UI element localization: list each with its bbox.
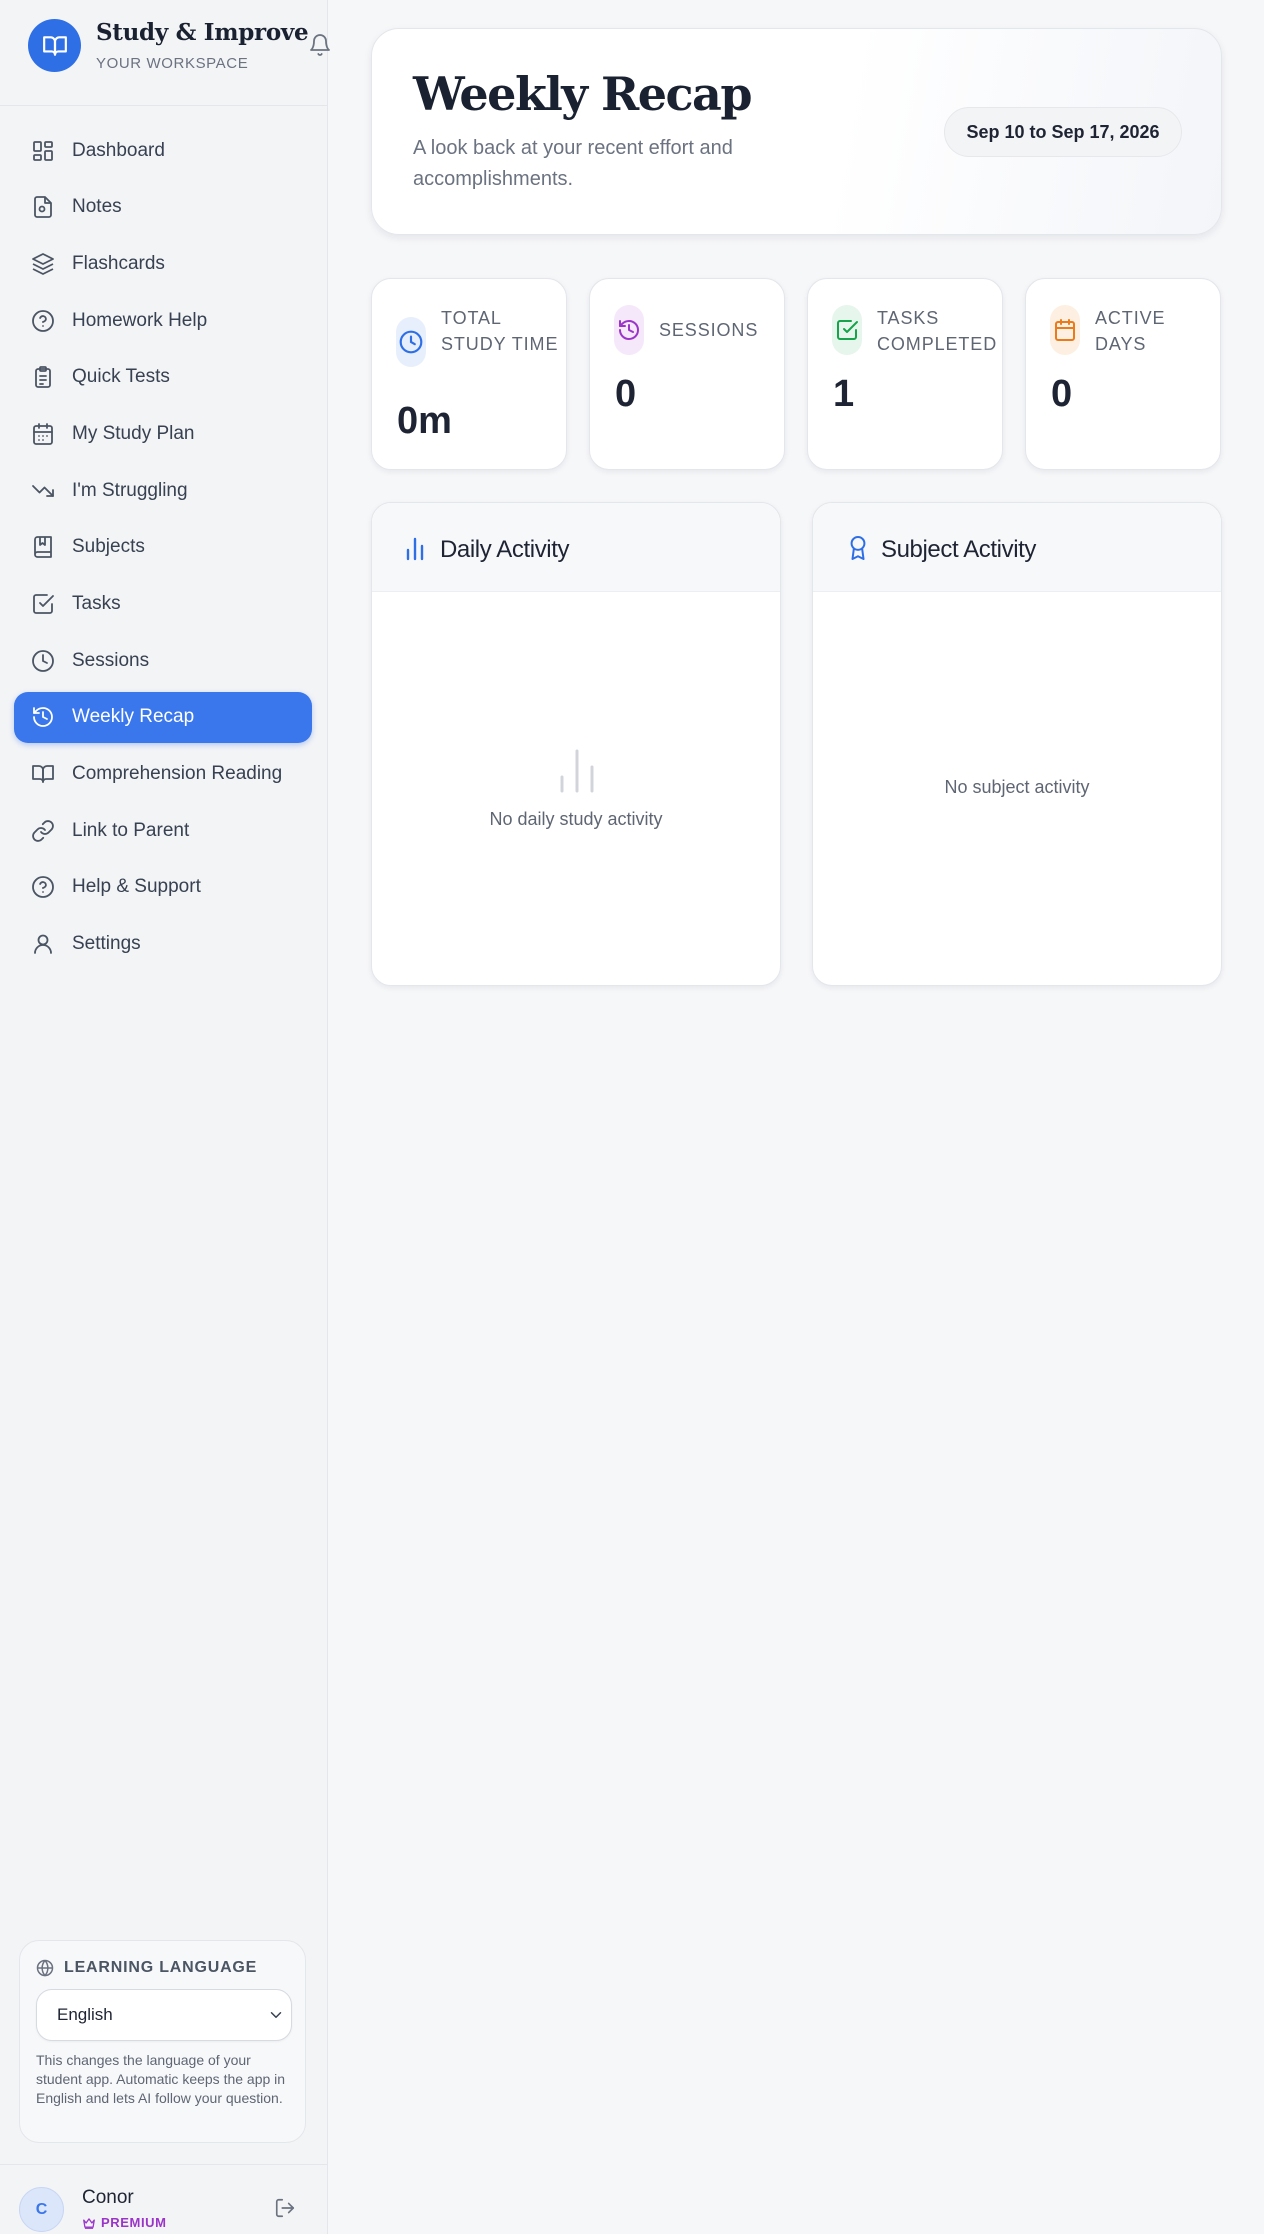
checkbox-icon bbox=[30, 591, 56, 617]
language-select-value: English bbox=[57, 2005, 113, 2024]
learning-language-heading: LEARNING LANGUAGE bbox=[36, 1959, 257, 1977]
plan-badge: PREMIUM bbox=[82, 2215, 167, 2230]
sidebar-item-label: Comprehension Reading bbox=[72, 763, 283, 785]
award-icon bbox=[847, 535, 871, 561]
user-name: Conor bbox=[82, 2187, 134, 2208]
page-subtitle: A look back at your recent effort and ac… bbox=[413, 137, 733, 190]
sidebar-item-my-study-plan[interactable]: My Study Plan bbox=[14, 408, 312, 459]
language-select[interactable]: English bbox=[36, 1989, 292, 2041]
question-circle-icon bbox=[30, 308, 56, 334]
sidebar-nav: Dashboard Notes Flashcards Homework Help… bbox=[14, 125, 312, 975]
stat-value: 0 bbox=[615, 373, 637, 415]
bell-icon[interactable] bbox=[306, 31, 334, 59]
stat-label: SESSIONS bbox=[659, 320, 759, 340]
stat-card-tasks-completed: TASKS COMPLETED 1 bbox=[807, 278, 1003, 470]
sidebar-item-weekly-recap[interactable]: Weekly Recap bbox=[14, 691, 312, 743]
sidebar-item-notes[interactable]: Notes bbox=[14, 182, 312, 233]
sidebar-item-label: Sessions bbox=[72, 649, 150, 671]
calendar-icon bbox=[1050, 305, 1080, 355]
bookmark-book-icon bbox=[30, 534, 56, 560]
link-icon bbox=[30, 818, 56, 844]
trending-down-icon bbox=[30, 478, 56, 504]
stat-card-total-study-time: TOTAL STUDY TIME 0m bbox=[371, 278, 567, 470]
stat-card-active-days: ACTIVE DAYS 0 bbox=[1025, 278, 1221, 470]
subject-activity-panel: Subject Activity No subject activity bbox=[812, 502, 1222, 986]
clock-icon bbox=[30, 648, 56, 674]
avatar[interactable]: C bbox=[19, 2187, 64, 2232]
crown-icon bbox=[82, 2216, 96, 2230]
stat-label: TASKS COMPLETED bbox=[877, 308, 998, 354]
learning-language-card: LEARNING LANGUAGE English This changes t… bbox=[19, 1940, 306, 2143]
layers-icon bbox=[30, 251, 56, 277]
note-icon bbox=[30, 194, 56, 220]
history-icon bbox=[30, 704, 56, 730]
empty-state-text: No daily study activity bbox=[489, 809, 663, 829]
sidebar: Study & Improve YOUR WORKSPACE Dashboard… bbox=[0, 0, 330, 2234]
chevron-down-icon bbox=[267, 2006, 285, 2024]
sidebar-item-sessions[interactable]: Sessions bbox=[14, 635, 312, 686]
app-title: Study & Improve bbox=[96, 19, 309, 46]
grid-icon bbox=[30, 138, 56, 164]
sidebar-item-flashcards[interactable]: Flashcards bbox=[14, 238, 312, 289]
calendar-icon bbox=[30, 421, 56, 447]
user-icon bbox=[30, 931, 56, 957]
sidebar-item-label: Quick Tests bbox=[72, 366, 170, 388]
stat-label: ACTIVE DAYS bbox=[1095, 308, 1166, 354]
history-icon bbox=[614, 305, 644, 355]
sidebar-item-comprehension-reading[interactable]: Comprehension Reading bbox=[14, 749, 312, 800]
sidebar-item-quick-tests[interactable]: Quick Tests bbox=[14, 352, 312, 403]
book-open-icon bbox=[30, 761, 56, 787]
stat-label: TOTAL STUDY TIME bbox=[441, 308, 559, 354]
brand-header: Study & Improve YOUR WORKSPACE bbox=[0, 0, 330, 106]
sidebar-item-label: Weekly Recap bbox=[72, 706, 195, 728]
sidebar-item-label: Tasks bbox=[72, 593, 121, 614]
sidebar-item-label: Help & Support bbox=[72, 876, 201, 898]
sidebar-item-label: Subjects bbox=[72, 536, 145, 558]
sidebar-item-subjects[interactable]: Subjects bbox=[14, 522, 312, 573]
sidebar-item-label: Dashboard bbox=[72, 139, 165, 161]
panel-title: Subject Activity bbox=[881, 536, 1037, 563]
check-square-icon bbox=[832, 305, 862, 355]
sidebar-item-help-support[interactable]: Help & Support bbox=[14, 862, 312, 913]
bar-chart-icon bbox=[556, 747, 598, 793]
date-range-badge: Sep 10 to Sep 17, 2026 bbox=[944, 107, 1182, 157]
page-title: Weekly Recap bbox=[413, 67, 753, 121]
sidebar-item-dashboard[interactable]: Dashboard bbox=[14, 125, 312, 176]
sidebar-item-label: Flashcards bbox=[72, 252, 165, 274]
stat-value: 0m bbox=[397, 400, 452, 442]
language-help-text: This changes the language of your studen… bbox=[36, 2052, 286, 2106]
workspace-label: YOUR WORKSPACE bbox=[96, 55, 249, 72]
plan-label: PREMIUM bbox=[101, 2215, 167, 2230]
recap-header-card: Weekly Recap A look back at your recent … bbox=[371, 28, 1222, 235]
sidebar-item-tasks[interactable]: Tasks bbox=[14, 579, 312, 630]
sidebar-item-label: Notes bbox=[72, 196, 122, 218]
sidebar-item-label: Homework Help bbox=[72, 309, 208, 331]
globe-icon bbox=[36, 1959, 54, 1977]
help-circle-icon bbox=[30, 874, 56, 900]
logout-icon[interactable] bbox=[274, 2197, 298, 2221]
learning-language-label: LEARNING LANGUAGE bbox=[64, 1959, 258, 1976]
clipboard-icon bbox=[30, 364, 56, 390]
panel-header: Daily Activity bbox=[372, 503, 780, 592]
stat-card-sessions: SESSIONS 0 bbox=[589, 278, 785, 470]
empty-state-text: No subject activity bbox=[944, 777, 1090, 797]
clock-icon bbox=[396, 317, 426, 367]
daily-activity-panel: Daily Activity No daily study activity bbox=[371, 502, 781, 986]
user-profile-bar: C Conor PREMIUM bbox=[0, 2164, 328, 2234]
sidebar-item-label: Link to Parent bbox=[72, 819, 190, 841]
stat-value: 1 bbox=[833, 373, 855, 415]
bar-chart-icon bbox=[403, 535, 427, 561]
stat-value: 0 bbox=[1051, 373, 1073, 415]
panel-title: Daily Activity bbox=[440, 536, 570, 563]
sidebar-item-homework-help[interactable]: Homework Help bbox=[14, 295, 312, 346]
open-book-icon[interactable] bbox=[28, 19, 81, 72]
panel-header: Subject Activity bbox=[813, 503, 1221, 592]
sidebar-item-label: I'm Struggling bbox=[72, 479, 188, 501]
sidebar-item-link-to-parent[interactable]: Link to Parent bbox=[14, 805, 312, 856]
sidebar-item-struggling[interactable]: I'm Struggling bbox=[14, 465, 312, 516]
sidebar-item-label: Settings bbox=[72, 933, 141, 955]
sidebar-item-label: My Study Plan bbox=[72, 422, 195, 444]
sidebar-item-settings[interactable]: Settings bbox=[14, 919, 312, 970]
